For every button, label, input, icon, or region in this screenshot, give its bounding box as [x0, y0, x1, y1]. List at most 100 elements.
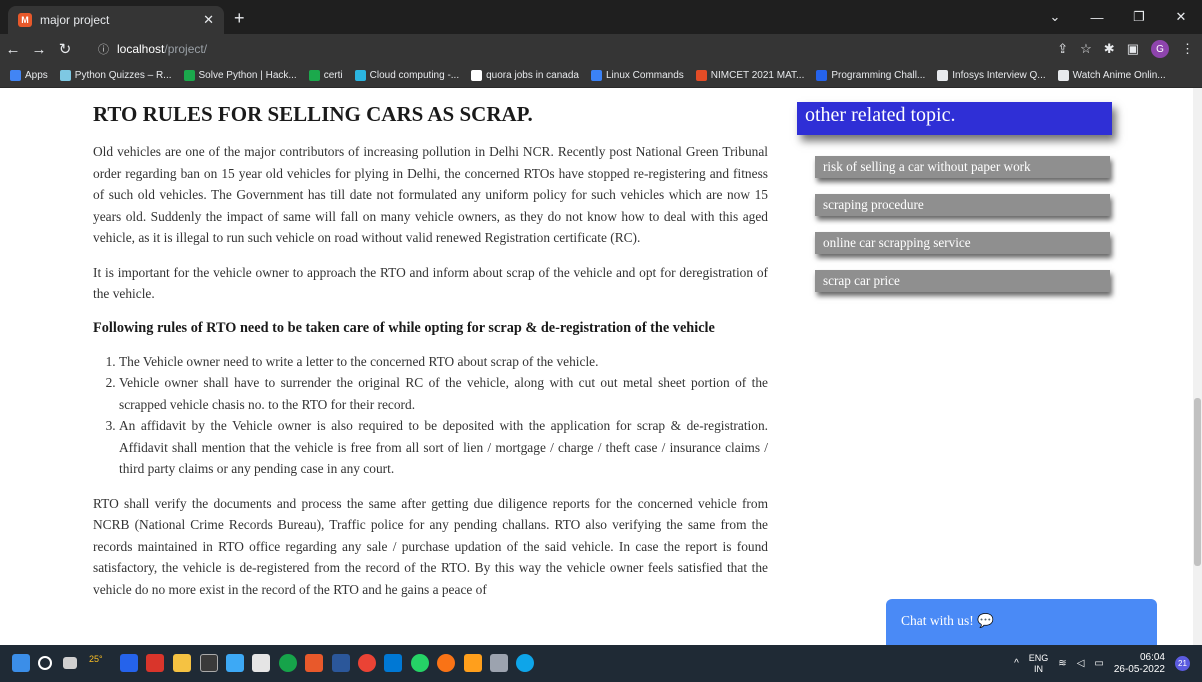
- share-icon[interactable]: ⇪: [1057, 41, 1068, 57]
- new-tab-icon[interactable]: +: [234, 9, 245, 27]
- tab-search-icon[interactable]: ⌄: [1034, 9, 1076, 25]
- rule-item: Vehicle owner shall have to surrender th…: [119, 372, 768, 415]
- article-paragraph-1: Old vehicles are one of the major contri…: [93, 144, 768, 245]
- rule-item: The Vehicle owner need to write a letter…: [119, 351, 768, 373]
- launcher-app-icon[interactable]: [120, 654, 138, 672]
- article: RTO RULES FOR SELLING CARS AS SCRAP. Old…: [93, 88, 768, 613]
- forward-icon[interactable]: →: [26, 41, 52, 58]
- volume-icon[interactable]: ◁: [1077, 658, 1085, 669]
- bookmark-item[interactable]: NIMCET 2021 MAT...: [695, 70, 805, 81]
- address-bar: ← → ↻ ⓘ localhost/project/ ⇪ ☆ ✱ ▣ G ⋮: [0, 34, 1202, 64]
- start-icon[interactable]: [12, 654, 30, 672]
- bookmark-item[interactable]: Python Quizzes – R...: [59, 70, 172, 81]
- bookmark-item[interactable]: Linux Commands: [590, 70, 684, 81]
- postman-icon[interactable]: [437, 654, 455, 672]
- bookmark-label: Apps: [25, 70, 48, 81]
- search-icon[interactable]: [38, 656, 52, 670]
- bookmark-favicon-icon: [10, 70, 21, 81]
- bookmark-item[interactable]: Watch Anime Onlin...: [1057, 70, 1166, 81]
- bookmark-item[interactable]: Solve Python | Hack...: [183, 70, 297, 81]
- mcafee-icon[interactable]: [146, 654, 164, 672]
- weather-icon[interactable]: 25°: [89, 654, 115, 672]
- url-input[interactable]: ⓘ localhost/project/: [88, 38, 1048, 60]
- battery-icon[interactable]: ▭: [1094, 658, 1103, 669]
- bookmark-label: NIMCET 2021 MAT...: [710, 70, 805, 81]
- article-paragraph-2: It is important for the vehicle owner to…: [93, 264, 768, 302]
- bookmark-favicon-icon: [354, 70, 366, 81]
- sublime-icon[interactable]: [464, 654, 482, 672]
- bookmark-item[interactable]: quora jobs in canada: [471, 70, 579, 81]
- bookmark-label: Cloud computing -...: [369, 70, 460, 81]
- calculator-icon[interactable]: [252, 654, 270, 672]
- bookmark-item[interactable]: Infosys Interview Q...: [937, 70, 1046, 81]
- bookmarks-bar: Apps Python Quizzes – R... Solve Python | …: [0, 64, 1202, 88]
- bookmark-item[interactable]: Programming Chall...: [816, 70, 925, 81]
- show-hidden-icons-icon[interactable]: ^: [1014, 658, 1019, 669]
- bookmark-label: Solve Python | Hack...: [198, 70, 297, 81]
- wifi-icon[interactable]: ≋: [1058, 658, 1066, 669]
- related-topic-link[interactable]: scraping procedure: [815, 194, 1110, 216]
- menu-icon[interactable]: ⋮: [1181, 41, 1194, 57]
- rules-list: The Vehicle owner need to write a letter…: [93, 351, 768, 480]
- chat-bubbles-icon: 💬: [977, 613, 994, 628]
- file-explorer-icon[interactable]: [173, 654, 191, 672]
- bookmark-item[interactable]: Cloud computing -...: [354, 70, 460, 81]
- brackets-icon[interactable]: [305, 654, 323, 672]
- language-indicator[interactable]: ENG IN: [1029, 653, 1049, 675]
- reload-icon[interactable]: ↻: [52, 40, 78, 58]
- extensions-icon[interactable]: ✱: [1104, 41, 1115, 57]
- related-topic-link[interactable]: online car scrapping service: [815, 232, 1110, 254]
- tab-favicon-icon: M: [18, 13, 32, 27]
- bookmark-item[interactable]: certi: [308, 70, 343, 81]
- word-icon[interactable]: [332, 654, 350, 672]
- bookmark-favicon-icon: [1057, 70, 1069, 81]
- bookmark-favicon-icon: [183, 70, 195, 81]
- maximize-icon[interactable]: ❐: [1118, 9, 1160, 25]
- bookmark-item[interactable]: Apps: [10, 70, 48, 81]
- related-topic-link[interactable]: scrap car price: [815, 270, 1110, 292]
- rule-item: An affidavit by the Vehicle owner is als…: [119, 415, 768, 480]
- window-controls: ⌄ — ❐ ✕: [1034, 0, 1202, 34]
- page-content: RTO RULES FOR SELLING CARS AS SCRAP. Old…: [0, 88, 1202, 645]
- edge-icon[interactable]: [516, 654, 534, 672]
- vscode-icon[interactable]: [384, 654, 402, 672]
- bookmark-favicon-icon: [590, 70, 602, 81]
- profile-avatar[interactable]: G: [1151, 40, 1169, 58]
- chat-widget-button[interactable]: Chat with us! 💬: [886, 599, 1157, 645]
- bookmark-label: certi: [323, 70, 343, 81]
- task-view-icon[interactable]: [63, 657, 77, 669]
- browser-tab[interactable]: M major project ✕: [8, 6, 224, 34]
- notification-badge[interactable]: 21: [1175, 656, 1190, 671]
- clock[interactable]: 06:04 26-05-2022: [1114, 652, 1165, 676]
- lang-top: ENG: [1028, 652, 1049, 663]
- 3d-viewer-icon[interactable]: [490, 654, 508, 672]
- bookmark-label: Programming Chall...: [831, 70, 926, 81]
- bookmark-favicon-icon: [308, 70, 320, 81]
- site-info-icon[interactable]: ⓘ: [98, 41, 109, 57]
- whatsapp-icon[interactable]: [411, 654, 429, 672]
- bookmark-favicon-icon: [937, 70, 949, 81]
- article-paragraph-3: RTO shall verify the documents and proce…: [93, 495, 768, 597]
- android-studio-icon[interactable]: [279, 654, 297, 672]
- weather-temp: 25°: [89, 654, 103, 664]
- bookmark-star-icon[interactable]: ☆: [1080, 41, 1092, 57]
- notepad-icon[interactable]: [226, 654, 244, 672]
- minimize-icon[interactable]: —: [1076, 10, 1118, 25]
- page-scrollbar[interactable]: [1193, 88, 1202, 645]
- terminal-icon[interactable]: [200, 654, 218, 672]
- chrome-icon[interactable]: [358, 654, 376, 672]
- scrollbar-thumb[interactable]: [1194, 398, 1201, 566]
- back-icon[interactable]: ←: [0, 41, 26, 58]
- bookmark-label: Watch Anime Onlin...: [1072, 70, 1166, 81]
- url-path: /project/: [164, 42, 208, 56]
- bookmark-label: Python Quizzes – R...: [74, 70, 172, 81]
- related-topics-heading: other related topic.: [797, 102, 1112, 135]
- close-window-icon[interactable]: ✕: [1160, 9, 1202, 25]
- bookmark-label: Infosys Interview Q...: [952, 70, 1046, 81]
- related-topic-link[interactable]: risk of selling a car without paper work: [815, 156, 1110, 178]
- taskbar: 25° ^ ENG IN ≋ ◁ ▭ 06:04 26-05-2022 21: [0, 645, 1202, 682]
- side-panel-icon[interactable]: ▣: [1127, 41, 1139, 57]
- tab-close-icon[interactable]: ✕: [203, 12, 214, 28]
- tab-bar: M major project ✕ + ⌄ — ❐ ✕: [0, 0, 1202, 34]
- toolbar-actions: ⇪ ☆ ✱ ▣ G ⋮: [1057, 34, 1194, 64]
